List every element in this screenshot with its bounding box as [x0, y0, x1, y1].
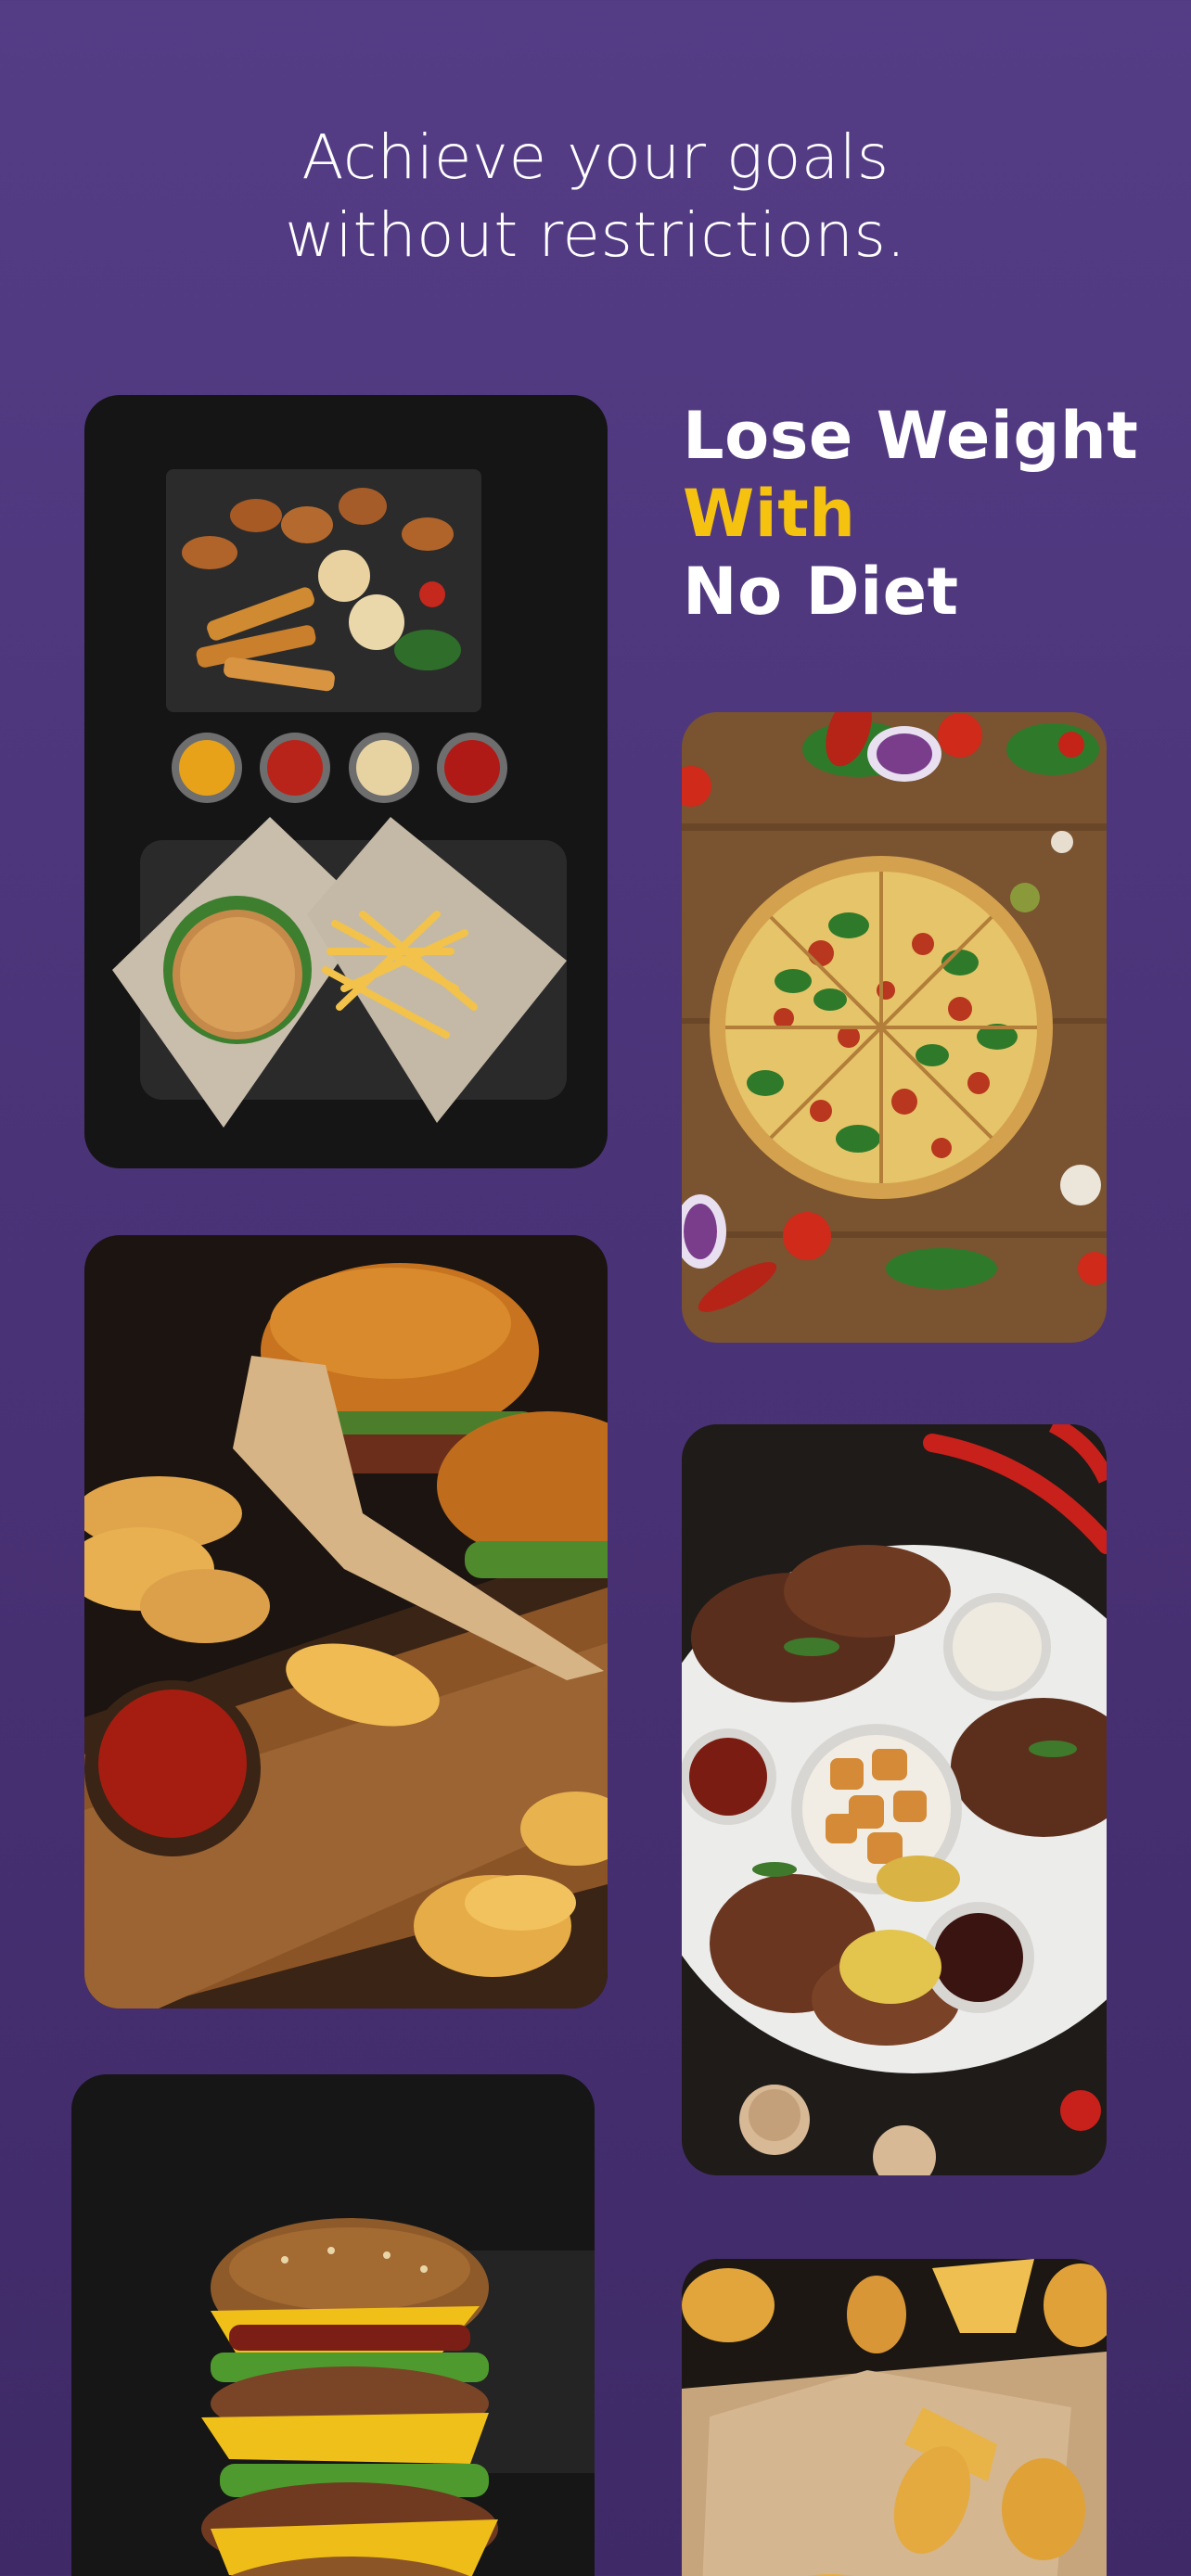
slogan-line-1: Lose Weight: [683, 398, 1139, 474]
stacked-burger-photo: [71, 2074, 595, 2576]
slogan-line-2: With: [683, 476, 856, 552]
headline: Achieve your goals without restrictions.: [0, 119, 1191, 274]
headline-line-1: Achieve your goals: [301, 121, 890, 193]
slogan: Lose Weight With No Diet: [683, 397, 1138, 631]
potato-wedges-photo: [682, 2259, 1107, 2576]
pizza-photo: [682, 712, 1107, 1343]
headline-line-2: without restrictions.: [285, 199, 906, 271]
burger-wedges-photo: [84, 1235, 608, 2009]
chicken-burger-fries-photo: [84, 395, 608, 1168]
slogan-line-3: No Diet: [683, 554, 959, 630]
grill-platter-photo: [682, 1424, 1107, 2175]
